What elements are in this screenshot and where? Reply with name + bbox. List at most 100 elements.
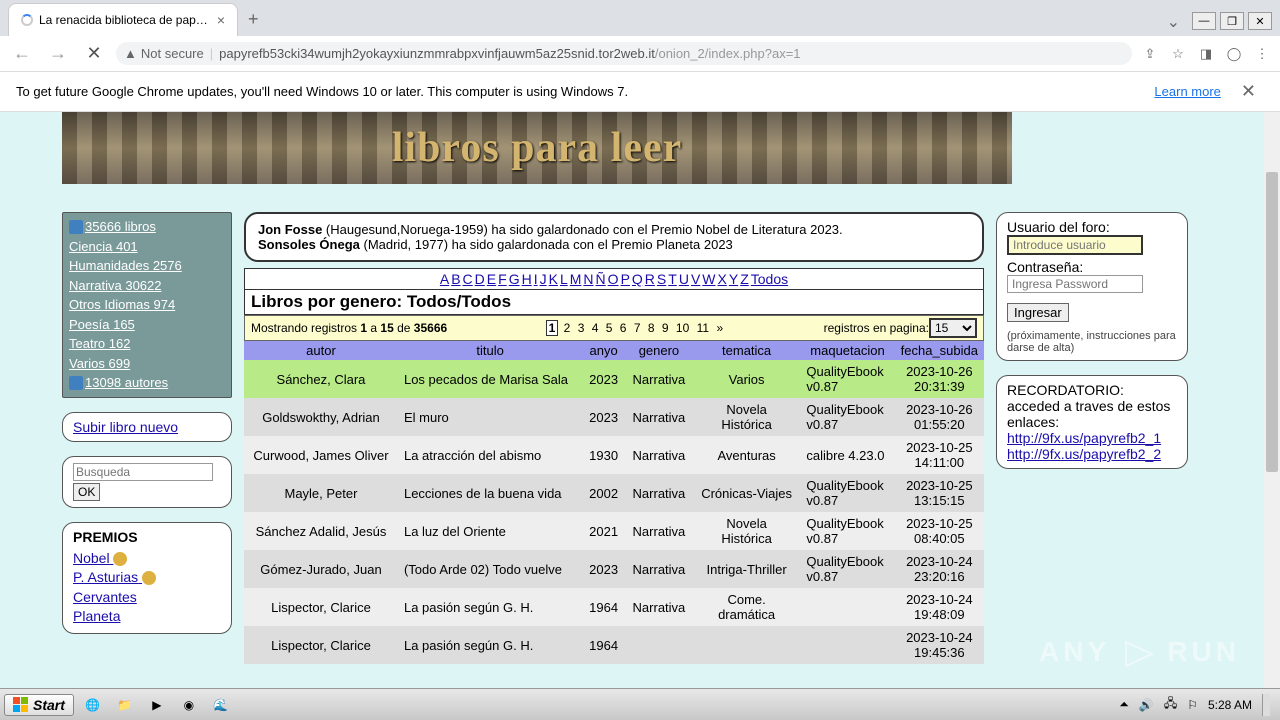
column-header[interactable]: anyo [582,341,625,360]
stat-link[interactable]: 13098 autores [69,373,225,393]
mirror-link[interactable]: http://9fx.us/papyrefb2_1 [1007,430,1177,446]
premio-link[interactable]: P. Asturias [73,568,221,588]
forward-button[interactable]: → [44,40,72,68]
premio-link[interactable]: Cervantes [73,588,221,608]
browser-tab[interactable]: La renacida biblioteca de papyrefb2 × [8,3,238,36]
info-bar-close-icon[interactable]: ✕ [1233,81,1264,102]
page-number[interactable]: 6 [618,321,629,335]
search-input[interactable] [73,463,213,481]
column-header[interactable]: titulo [398,341,582,360]
stat-link[interactable]: Otros Idiomas 974 [69,295,225,315]
clock[interactable]: 5:28 AM [1208,698,1252,712]
page-number[interactable]: 4 [590,321,601,335]
column-header[interactable]: tematica [693,341,801,360]
login-button[interactable]: Ingresar [1007,303,1069,322]
table-row[interactable]: Sánchez, ClaraLos pecados de Marisa Sala… [244,360,984,398]
alpha-link[interactable]: H [522,271,532,287]
close-icon[interactable]: × [217,12,225,28]
menu-icon[interactable]: ⋮ [1252,44,1272,64]
alpha-link[interactable]: G [509,271,520,287]
page-number[interactable]: 8 [646,321,657,335]
table-row[interactable]: Goldswokthy, AdrianEl muro2023NarrativaN… [244,398,984,436]
stat-link[interactable]: Ciencia 401 [69,237,225,257]
password-input[interactable] [1007,275,1143,293]
network-icon[interactable]: 🖧 [1164,694,1177,715]
alpha-link[interactable]: P [621,271,630,287]
stat-link[interactable]: Poesía 165 [69,315,225,335]
column-header[interactable]: genero [625,341,693,360]
alpha-link[interactable]: Q [632,271,643,287]
alpha-link[interactable]: S [657,271,666,287]
alpha-link[interactable]: Ñ [596,271,606,287]
alpha-link[interactable]: C [463,271,473,287]
alpha-link[interactable]: I [534,271,538,287]
username-input[interactable] [1007,235,1143,255]
alpha-link[interactable]: X [718,271,727,287]
alpha-link[interactable]: A [440,271,449,287]
share-icon[interactable]: ⇪ [1140,44,1160,64]
bookmark-icon[interactable]: ☆ [1168,44,1188,64]
url-bar[interactable]: ▲ Not secure | papyrefb53cki34wumjh2yoka… [116,42,1132,65]
chrome-icon[interactable]: ◉ [176,692,202,718]
alpha-link[interactable]: D [475,271,485,287]
per-page-select[interactable]: 15 [929,318,977,338]
alpha-link[interactable]: B [451,271,460,287]
alpha-link[interactable]: N [583,271,593,287]
alpha-link[interactable]: J [540,271,547,287]
side-panel-icon[interactable]: ◨ [1196,44,1216,64]
page-number[interactable]: 5 [604,321,615,335]
security-badge[interactable]: ▲ Not secure [124,46,204,61]
ie-icon[interactable]: 🌐 [80,692,106,718]
minimize-button[interactable]: — [1192,12,1216,30]
window-close-button[interactable]: ✕ [1248,12,1272,30]
next-page[interactable]: » [714,321,725,335]
profile-icon[interactable]: ◯ [1224,44,1244,64]
page-number[interactable]: 1 [546,320,559,336]
alpha-link[interactable]: F [498,271,507,287]
table-row[interactable]: Mayle, PeterLecciones de la buena vida20… [244,474,984,512]
page-number[interactable]: 11 [695,321,711,335]
media-player-icon[interactable]: ▶ [144,692,170,718]
edge-icon[interactable]: 🌊 [208,692,234,718]
stat-link[interactable]: Humanidades 2576 [69,256,225,276]
table-row[interactable]: Sánchez Adalid, JesúsLa luz del Oriente2… [244,512,984,550]
alpha-link[interactable]: Z [740,271,749,287]
new-tab-button[interactable]: + [238,3,269,36]
back-button[interactable]: ← [8,40,36,68]
alpha-link[interactable]: L [560,271,568,287]
scrollbar-thumb[interactable] [1266,172,1278,472]
column-header[interactable]: autor [244,341,398,360]
page-number[interactable]: 7 [632,321,643,335]
premio-link[interactable]: Nobel [73,549,221,569]
table-row[interactable]: Curwood, James OliverLa atracción del ab… [244,436,984,474]
alpha-link[interactable]: W [702,271,715,287]
premio-link[interactable]: Planeta [73,607,221,627]
table-row[interactable]: Lispector, ClariceLa pasión según G. H.1… [244,588,984,626]
mirror-link[interactable]: http://9fx.us/papyrefb2_2 [1007,446,1177,462]
alpha-link[interactable]: Y [729,271,738,287]
flag-icon[interactable]: ⚐ [1187,698,1198,712]
search-ok-button[interactable]: OK [73,483,100,501]
alpha-link[interactable]: M [570,271,582,287]
alpha-link[interactable]: E [487,271,496,287]
upload-book-link[interactable]: Subir libro nuevo [73,419,178,435]
alpha-link[interactable]: T [668,271,677,287]
volume-icon[interactable]: 🔊 [1139,698,1154,712]
page-number[interactable]: 3 [576,321,587,335]
alpha-link[interactable]: U [679,271,689,287]
start-button[interactable]: Start [4,694,74,716]
stat-link[interactable]: Varios 699 [69,354,225,374]
stat-link[interactable]: Narrativa 30622 [69,276,225,296]
alpha-link[interactable]: V [691,271,700,287]
table-row[interactable]: Lispector, ClariceLa pasión según G. H.1… [244,626,984,664]
maximize-button[interactable]: ❐ [1220,12,1244,30]
alpha-link[interactable]: R [645,271,655,287]
stat-link[interactable]: 35666 libros [69,217,225,237]
column-header[interactable]: fecha_subida [895,341,984,360]
stop-button[interactable]: ✕ [80,40,108,68]
page-number[interactable]: 2 [562,321,573,335]
table-row[interactable]: Gómez-Jurado, Juan(Todo Arde 02) Todo vu… [244,550,984,588]
show-desktop-icon[interactable] [1262,694,1270,716]
chevron-down-icon[interactable]: ⌄ [1167,12,1180,32]
alpha-link[interactable]: K [549,271,558,287]
